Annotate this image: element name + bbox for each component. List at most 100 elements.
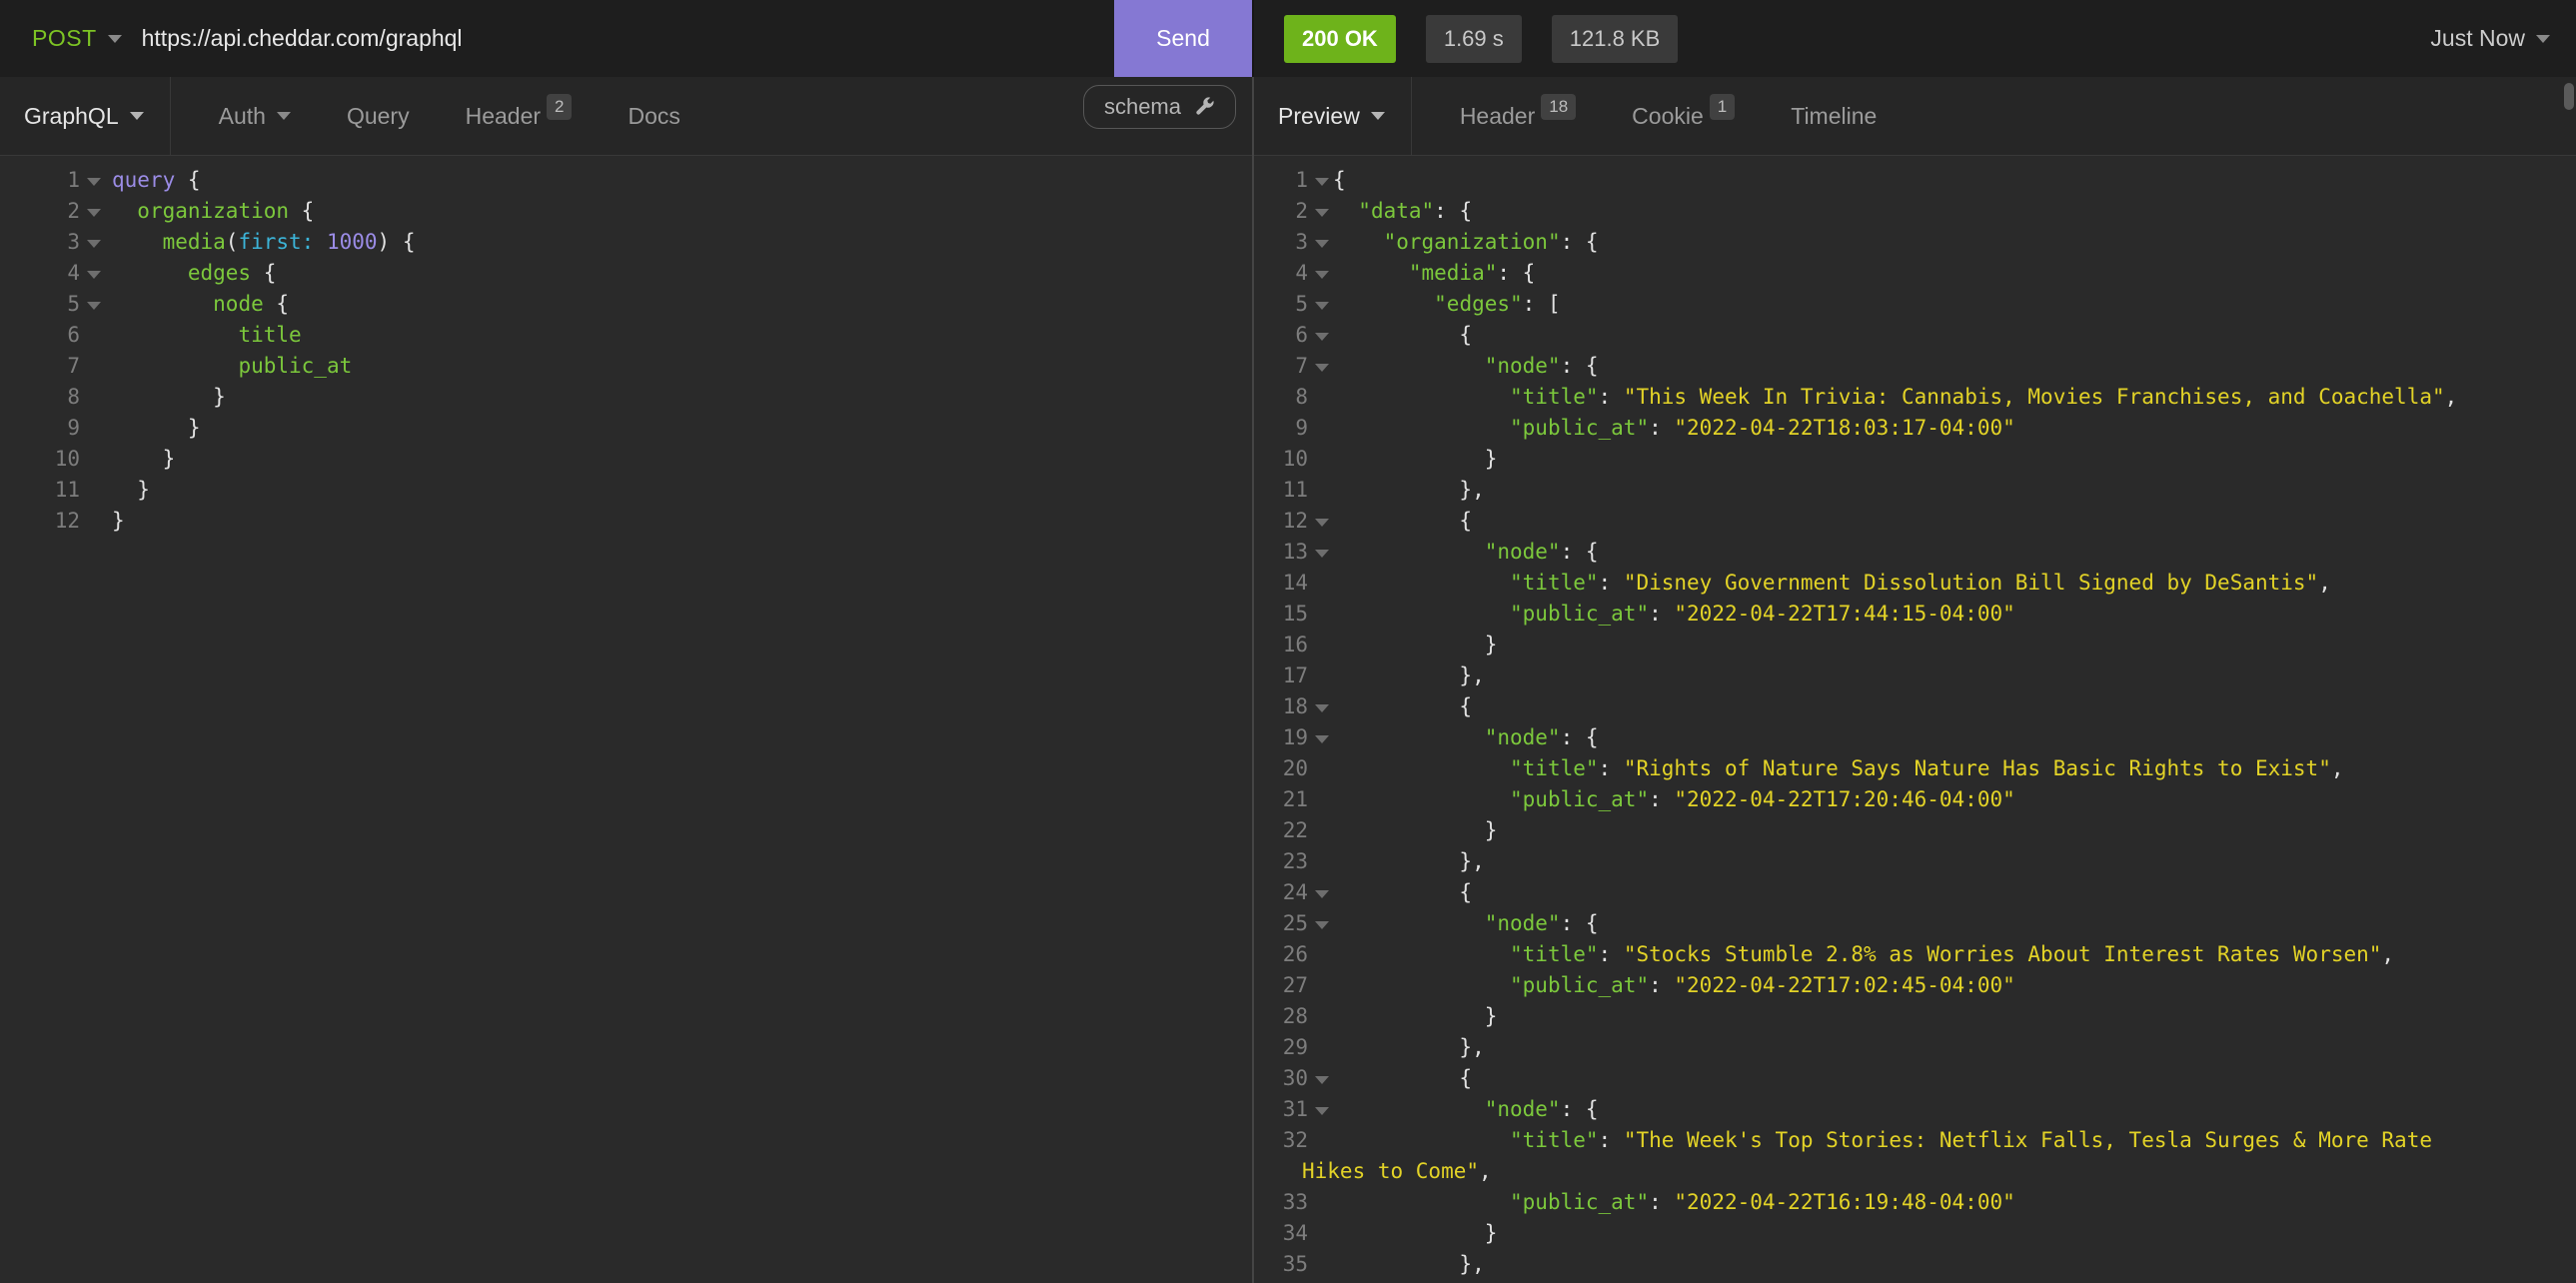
method-dropdown[interactable]: POST — [32, 25, 122, 52]
response-meta-bar: 200 OK 1.69 s 121.8 KB Just Now — [1254, 0, 2576, 77]
preview-mode-label: Preview — [1278, 103, 1360, 130]
line-number: 34 — [1254, 1218, 1308, 1249]
fold-spacer — [1308, 784, 1333, 815]
code-line: 8 } — [0, 382, 1252, 413]
tab-cookie[interactable]: Cookie 1 — [1624, 77, 1743, 155]
line-number: 9 — [1254, 413, 1308, 444]
line-number: 31 — [1254, 1094, 1308, 1125]
tab-label: Cookie — [1632, 103, 1704, 130]
response-panel: Preview Header 18 Cookie 1 Timeline 1{2 … — [1254, 77, 2576, 1283]
line-number: 8 — [1254, 382, 1308, 413]
code-line: 1query { — [0, 165, 1252, 196]
code-line: 9 } — [0, 413, 1252, 444]
code-line: 4 edges { — [0, 258, 1252, 289]
send-button[interactable]: Send — [1114, 0, 1252, 77]
code-line: 12 { — [1254, 506, 2576, 537]
fold-spacer — [1308, 1032, 1333, 1063]
line-number: 11 — [1254, 475, 1308, 506]
scrollbar-thumb[interactable] — [2564, 83, 2574, 110]
url-bar: POST Send — [0, 0, 1252, 77]
line-number: 26 — [1254, 939, 1308, 970]
code-line: 7 public_at — [0, 351, 1252, 382]
fold-arrow-icon[interactable] — [1308, 351, 1333, 382]
fold-arrow-icon[interactable] — [1308, 289, 1333, 320]
fold-arrow-icon[interactable] — [1308, 165, 1333, 196]
code-line: 33 "public_at": "2022-04-22T16:19:48-04:… — [1254, 1187, 2576, 1218]
code-line: 5 "edges": [ — [1254, 289, 2576, 320]
code-line: 6 { — [1254, 320, 2576, 351]
main-area: GraphQL Auth Query Header 2 Docs 1query … — [0, 77, 2576, 1283]
header-count-badge: 2 — [547, 94, 572, 120]
fold-spacer — [1308, 815, 1333, 846]
line-number: 5 — [0, 289, 80, 320]
code-line-wrap: Hikes to Come", — [1254, 1156, 2576, 1187]
line-number: 32 — [1254, 1125, 1308, 1156]
fold-spacer — [1308, 413, 1333, 444]
fold-spacer — [80, 413, 112, 444]
line-number: 15 — [1254, 599, 1308, 630]
line-number: 35 — [1254, 1249, 1308, 1280]
line-number: 10 — [0, 444, 80, 475]
fold-spacer — [1308, 568, 1333, 599]
response-header-count-badge: 18 — [1541, 94, 1576, 120]
line-number: 4 — [1254, 258, 1308, 289]
fold-arrow-icon[interactable] — [1308, 691, 1333, 722]
tab-query[interactable]: Query — [339, 77, 418, 155]
line-number: 18 — [1254, 691, 1308, 722]
response-json-viewer[interactable]: 1{2 "data": {3 "organization": {4 "media… — [1254, 156, 2576, 1283]
line-number: 17 — [1254, 660, 1308, 691]
fold-arrow-icon[interactable] — [80, 227, 112, 258]
line-number: 10 — [1254, 444, 1308, 475]
line-number: 25 — [1254, 908, 1308, 939]
line-number: 9 — [0, 413, 80, 444]
tab-response-header[interactable]: Header 18 — [1452, 77, 1584, 155]
fold-arrow-icon[interactable] — [80, 196, 112, 227]
line-number: 23 — [1254, 846, 1308, 877]
code-line: 2 "data": { — [1254, 196, 2576, 227]
tab-timeline[interactable]: Timeline — [1783, 77, 1885, 155]
schema-button-label: schema — [1104, 94, 1181, 120]
fold-arrow-icon[interactable] — [1308, 258, 1333, 289]
body-type-dropdown[interactable]: GraphQL — [0, 77, 171, 155]
fold-arrow-icon[interactable] — [1308, 908, 1333, 939]
fold-arrow-icon[interactable] — [1308, 722, 1333, 753]
url-input[interactable] — [140, 24, 1114, 53]
fold-arrow-icon[interactable] — [1308, 877, 1333, 908]
fold-arrow-icon[interactable] — [80, 258, 112, 289]
cookie-count-badge: 1 — [1710, 94, 1735, 120]
tab-docs[interactable]: Docs — [620, 77, 687, 155]
fold-arrow-icon[interactable] — [80, 289, 112, 320]
fold-arrow-icon[interactable] — [1308, 227, 1333, 258]
fold-arrow-icon[interactable] — [1308, 1063, 1333, 1094]
graphql-query-editor[interactable]: 1query {2 organization {3 media(first: 1… — [0, 156, 1252, 537]
code-line: 14 "title": "Disney Government Dissoluti… — [1254, 568, 2576, 599]
fold-arrow-icon[interactable] — [1308, 196, 1333, 227]
schema-button[interactable]: schema — [1083, 85, 1236, 129]
code-line: 23 }, — [1254, 846, 2576, 877]
line-number: 21 — [1254, 784, 1308, 815]
fold-arrow-icon[interactable] — [1308, 506, 1333, 537]
fold-spacer — [1308, 475, 1333, 506]
code-line: 5 node { — [0, 289, 1252, 320]
fold-arrow-icon[interactable] — [80, 165, 112, 196]
fold-spacer — [80, 351, 112, 382]
chevron-down-icon — [1371, 112, 1385, 120]
history-dropdown[interactable]: Just Now — [2430, 25, 2550, 52]
preview-mode-dropdown[interactable]: Preview — [1254, 77, 1412, 155]
code-line: 32 "title": "The Week's Top Stories: Net… — [1254, 1125, 2576, 1156]
fold-arrow-icon[interactable] — [1308, 1094, 1333, 1125]
line-number: 11 — [0, 475, 80, 506]
code-line: 7 "node": { — [1254, 351, 2576, 382]
fold-arrow-icon[interactable] — [1308, 320, 1333, 351]
line-number: 14 — [1254, 568, 1308, 599]
tab-header[interactable]: Header 2 — [458, 77, 581, 155]
line-number: 30 — [1254, 1063, 1308, 1094]
code-line: 17 }, — [1254, 660, 2576, 691]
fold-spacer — [1308, 630, 1333, 660]
code-line: 4 "media": { — [1254, 258, 2576, 289]
code-line: 21 "public_at": "2022-04-22T17:20:46-04:… — [1254, 784, 2576, 815]
code-line: 25 "node": { — [1254, 908, 2576, 939]
fold-arrow-icon[interactable] — [1308, 537, 1333, 568]
tab-auth[interactable]: Auth — [211, 77, 299, 155]
code-line: 27 "public_at": "2022-04-22T17:02:45-04:… — [1254, 970, 2576, 1001]
